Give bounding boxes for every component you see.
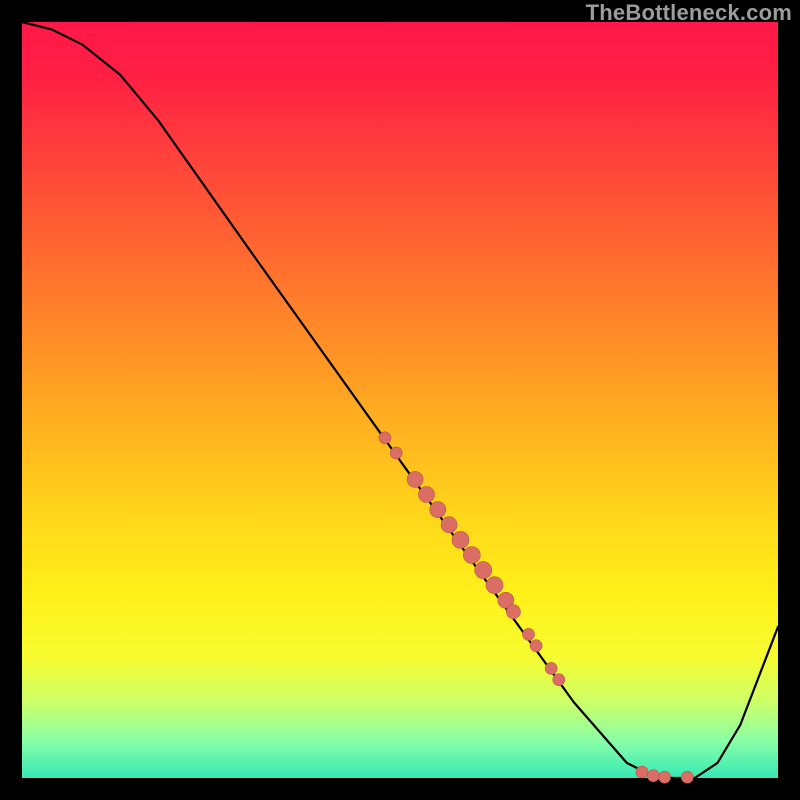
data-marker: [506, 605, 520, 619]
data-marker: [475, 562, 492, 579]
data-marker: [452, 531, 469, 548]
data-marker: [681, 771, 693, 783]
data-marker: [636, 766, 648, 778]
watermark-text: TheBottleneck.com: [586, 0, 792, 26]
data-marker: [545, 662, 557, 674]
marker-group: [379, 432, 693, 783]
data-marker: [486, 577, 503, 594]
data-marker: [647, 770, 659, 782]
data-marker: [463, 547, 480, 564]
data-marker: [523, 628, 535, 640]
chart-stage: TheBottleneck.com: [0, 0, 800, 800]
chart-overlay: [22, 22, 778, 778]
data-marker: [430, 502, 446, 518]
bottleneck-curve: [22, 22, 778, 778]
data-marker: [659, 771, 671, 783]
data-marker: [390, 447, 402, 459]
data-marker: [419, 487, 435, 503]
data-marker: [407, 471, 423, 487]
data-marker: [379, 432, 391, 444]
data-marker: [441, 517, 457, 533]
data-marker: [530, 640, 542, 652]
data-marker: [553, 674, 565, 686]
